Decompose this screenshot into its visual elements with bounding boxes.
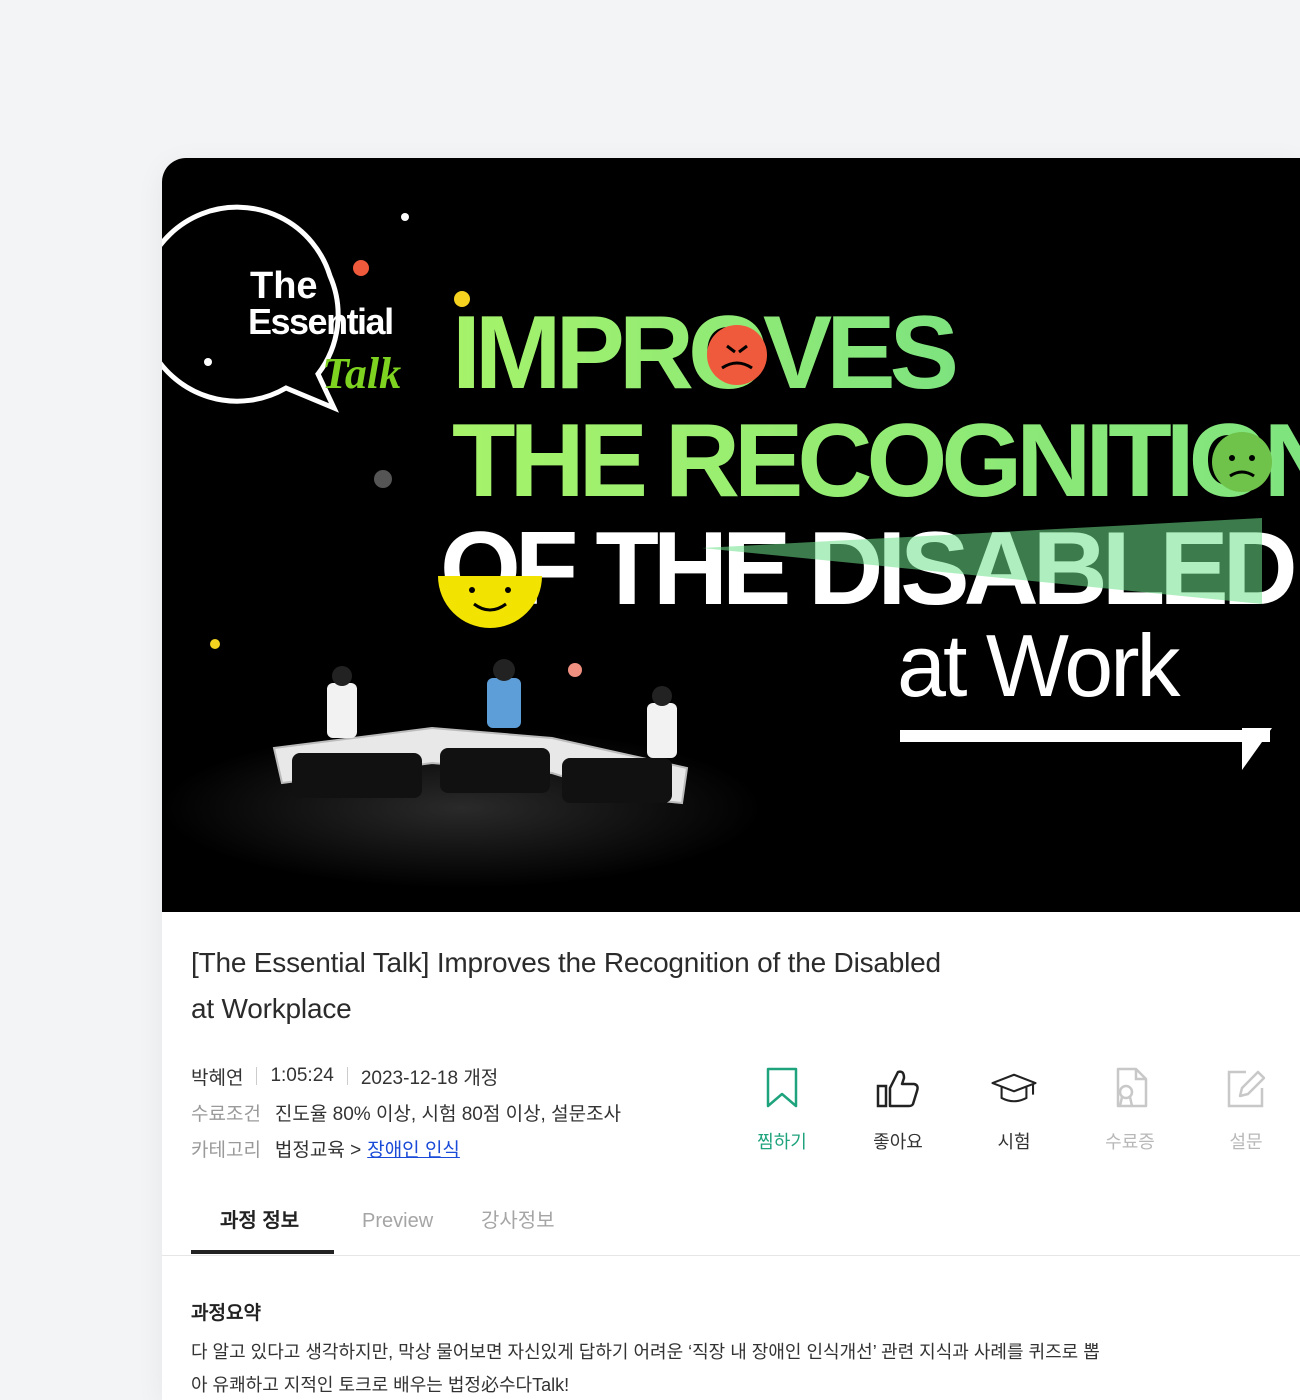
course-thumbnail: The Essential Talk IMPROVES THE RECOGNIT… [162, 158, 1300, 912]
thumbnail-artwork: The Essential Talk IMPROVES THE RECOGNIT… [162, 204, 1300, 888]
like-label: 좋아요 [873, 1132, 923, 1152]
thumbnail-headline: IMPROVES THE RECOGNITION OF THE DISABLED… [440, 295, 1300, 715]
essential-talk-logo: The Essential Talk [162, 204, 401, 413]
certificate-button[interactable]: 수료증 [1072, 1064, 1188, 1154]
course-meta: 박혜연 1:05:24 2023-12-18 개정 수료조건 진도율 80% 이… [191, 1058, 621, 1166]
course-duration: 1:05:24 [270, 1065, 334, 1086]
meta-divider [346, 1067, 348, 1085]
certificate-icon [1106, 1064, 1154, 1112]
completion-label: 수료조건 [191, 1103, 261, 1125]
like-button[interactable]: 좋아요 [840, 1064, 956, 1154]
headline-line-4: at Work [897, 616, 1182, 715]
wishlist-button[interactable]: 찜하기 [724, 1064, 840, 1154]
tab-course-info[interactable]: 과정 정보 [220, 1194, 299, 1256]
arrow-icon [900, 728, 1272, 770]
logo-line-essential: Essential [248, 301, 393, 342]
logo-line-talk: Talk [322, 349, 401, 398]
revision-date: 2023-12-18 개정 [360, 1067, 499, 1089]
active-tab-indicator [191, 1250, 334, 1254]
headline-line-1: IMPROVES [452, 295, 956, 411]
certificate-label: 수료증 [1105, 1132, 1155, 1152]
exam-label: 시험 [997, 1132, 1031, 1152]
survey-edit-icon [1222, 1064, 1270, 1112]
category-parent: 법정교육 > [274, 1139, 362, 1161]
headline-line-2: THE RECOGNITION [452, 403, 1300, 519]
tab-instructor-info[interactable]: 강사정보 [481, 1194, 555, 1256]
course-card: The Essential Talk IMPROVES THE RECOGNIT… [162, 158, 1300, 1400]
category-link[interactable]: 장애인 인식 [367, 1135, 460, 1162]
sad-face-icon [1212, 432, 1272, 492]
summary-heading: 과정요약 [191, 1303, 261, 1324]
meta-divider [256, 1067, 258, 1085]
talk-show-stage [162, 659, 762, 888]
survey-button[interactable]: 설문 [1188, 1064, 1300, 1154]
survey-label: 설문 [1229, 1132, 1263, 1152]
wishlist-label: 찜하기 [757, 1132, 807, 1152]
category-label: 카테고리 [191, 1139, 261, 1161]
summary-text: 다 알고 있다고 생각하지만, 막상 물어보면 자신있게 답하기 어려운 ‘직장… [191, 1342, 1100, 1395]
bookmark-icon [758, 1064, 806, 1112]
graduation-cap-icon [990, 1064, 1038, 1112]
tab-preview[interactable]: Preview [362, 1194, 433, 1256]
exam-button[interactable]: 시험 [956, 1064, 1072, 1154]
angry-face-icon [707, 325, 767, 385]
thumbs-up-icon [874, 1064, 922, 1112]
course-tabs: 과정 정보 Preview 강사정보 [162, 1194, 1300, 1256]
course-actions: 찜하기 좋아요 시험 수료증 설문 [724, 1064, 1300, 1154]
completion-conditions: 진도율 80% 이상, 시험 80점 이상, 설문조사 [274, 1103, 622, 1125]
instructor-name: 박혜연 [191, 1067, 244, 1089]
course-title: [The Essential Talk] Improves the Recogn… [191, 947, 941, 1024]
